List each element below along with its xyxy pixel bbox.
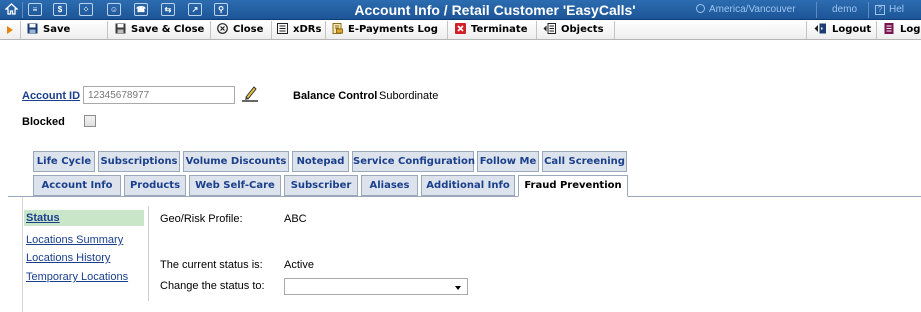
toolbar: Save Save & Close Close xDRs E-Payments … — [0, 20, 921, 40]
balance-control-label: Balance Control — [293, 90, 378, 102]
tab-aliases[interactable]: Aliases — [361, 175, 418, 196]
close-button[interactable]: Close — [217, 20, 263, 39]
timezone-link[interactable]: America/Vancouver — [696, 0, 796, 20]
tab-web-self-care[interactable]: Web Self-Care — [189, 175, 281, 196]
xdrs-button[interactable]: xDRs — [277, 20, 321, 39]
close-label: Close — [233, 24, 264, 35]
tab-notepad[interactable]: Notepad — [292, 151, 349, 172]
document-list-icon — [277, 22, 288, 34]
chart-icon[interactable]: ↗ — [188, 3, 202, 16]
person-icon[interactable]: ☺ — [107, 3, 121, 16]
save-close-button[interactable]: Save & Close — [115, 20, 204, 39]
floppy-disk-icon — [27, 22, 38, 34]
logout-button[interactable]: Logout — [814, 20, 871, 39]
sidebar-divider — [148, 206, 149, 301]
toolbar-divider — [210, 21, 211, 39]
balance-control-value: Subordinate — [379, 90, 439, 102]
floppy-disk-icon — [115, 22, 126, 34]
change-status-label: Change the status to: — [160, 280, 265, 292]
clock-icon — [696, 4, 705, 13]
logout-icon — [814, 22, 827, 34]
terminate-icon — [455, 22, 466, 34]
dollar-icon[interactable]: $ — [53, 3, 67, 16]
log-label: Log — [900, 24, 921, 35]
save-close-label: Save & Close — [131, 24, 205, 35]
account-id-field[interactable] — [83, 86, 235, 104]
tab-follow-me[interactable]: Follow Me — [477, 151, 539, 172]
tab-call-screening[interactable]: Call Screening — [542, 151, 627, 172]
geo-risk-profile-label: Geo/Risk Profile: — [160, 213, 243, 225]
toolbar-divider — [806, 21, 807, 39]
list-icon[interactable]: ≡ — [28, 3, 42, 16]
user-name: demo — [832, 4, 858, 15]
title-separator — [22, 2, 23, 18]
e-payments-log-label: E-Payments Log — [348, 24, 438, 35]
tab-life-cycle[interactable]: Life Cycle — [33, 151, 95, 172]
phone-icon[interactable]: ☎ — [134, 3, 148, 16]
current-status-value: Active — [284, 259, 314, 271]
grid-icon[interactable]: ⁘ — [79, 3, 93, 16]
payment-icon — [332, 22, 343, 34]
toolbar-divider — [107, 21, 108, 39]
timezone-label: America/Vancouver — [709, 4, 796, 15]
page-title: Account Info / Retail Customer 'EasyCall… — [354, 2, 636, 18]
geo-risk-profile-value: ABC — [284, 213, 307, 225]
objects-icon — [543, 22, 556, 34]
help-icon: ? — [875, 5, 885, 15]
blocked-label: Blocked — [22, 116, 65, 128]
sidebar-item-locations-summary[interactable]: Locations Summary — [26, 234, 123, 246]
tab-products[interactable]: Products — [124, 175, 186, 196]
terminate-button[interactable]: Terminate — [455, 20, 527, 39]
objects-label: Objects — [561, 24, 604, 35]
toolbar-divider — [325, 21, 326, 39]
title-separator — [816, 2, 817, 18]
xdrs-label: xDRs — [293, 24, 322, 35]
sidebar-item-locations-history[interactable]: Locations History — [26, 252, 110, 264]
change-status-select[interactable] — [284, 278, 468, 295]
edit-pencil-icon[interactable] — [241, 84, 259, 102]
account-id-label[interactable]: Account ID — [22, 90, 80, 102]
tab-subscriber[interactable]: Subscriber — [284, 175, 358, 196]
transfer-icon[interactable]: ⇆ — [161, 3, 175, 16]
save-button[interactable]: Save — [27, 20, 70, 39]
tab-additional-info[interactable]: Additional Info — [421, 175, 515, 196]
chevron-down-icon — [455, 286, 461, 290]
title-separator — [868, 2, 869, 18]
help-label: Hel — [889, 4, 905, 15]
terminate-label: Terminate — [471, 24, 528, 35]
sidebar-item-status[interactable]: Status — [24, 210, 144, 226]
save-label: Save — [43, 24, 71, 35]
blocked-checkbox[interactable] — [84, 115, 96, 127]
search-icon[interactable]: ⚲ — [214, 3, 228, 16]
content-panel — [22, 197, 921, 312]
toolbar-divider — [876, 21, 877, 39]
title-bar: ≡ $ ⁘ ☺ ☎ ⇆ ↗ ⚲ Account Info / Retail Cu… — [0, 0, 921, 20]
tab-account-info[interactable]: Account Info — [33, 175, 121, 196]
toolbar-divider — [536, 21, 537, 39]
toolbar-divider — [271, 21, 272, 39]
tab-fraud-prevention[interactable]: Fraud Prevention — [518, 175, 628, 197]
e-payments-log-button[interactable]: E-Payments Log — [332, 20, 438, 39]
tab-subscriptions[interactable]: Subscriptions — [98, 151, 180, 172]
toolbar-divider — [447, 21, 448, 39]
current-status-label: The current status is: — [160, 259, 263, 271]
sidebar-item-temporary-locations[interactable]: Temporary Locations — [26, 271, 128, 283]
log-button[interactable]: Log — [884, 20, 920, 39]
close-circle-icon — [217, 22, 228, 34]
help-link[interactable]: ? Hel — [875, 0, 904, 20]
objects-button[interactable]: Objects — [543, 20, 604, 39]
toolbar-divider — [20, 21, 21, 39]
logout-label: Logout — [832, 24, 872, 35]
toolbar-divider — [614, 21, 615, 39]
log-book-icon — [884, 22, 895, 34]
tab-service-configuration[interactable]: Service Configuration — [352, 151, 475, 172]
play-arrow-icon — [7, 26, 13, 34]
tab-volume-discounts[interactable]: Volume Discounts — [183, 151, 289, 172]
home-icon[interactable] — [3, 3, 19, 16]
